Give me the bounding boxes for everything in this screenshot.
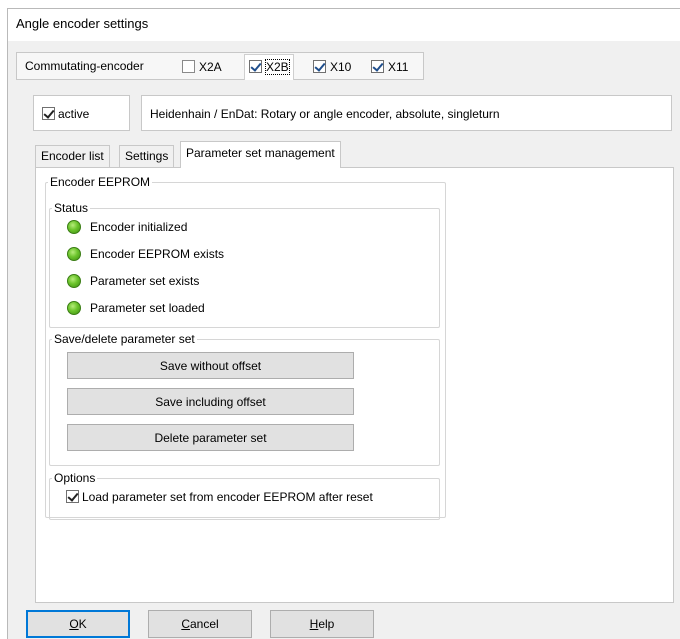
encoder-tab-strip: Commutating-encoder X2A X2B X10 X11 bbox=[16, 52, 424, 80]
tab-settings[interactable]: Settings bbox=[119, 145, 175, 167]
x10-checkbox[interactable] bbox=[313, 60, 326, 74]
ok-button[interactable]: OK bbox=[26, 610, 130, 638]
load-after-reset-option[interactable]: Load parameter set from encoder EEPROM a… bbox=[66, 489, 373, 504]
x10-label: X10 bbox=[330, 59, 352, 74]
tab-x2a[interactable]: X2A bbox=[178, 57, 226, 77]
help-button[interactable]: Help bbox=[270, 610, 374, 638]
window-title: Angle encoder settings bbox=[16, 16, 149, 31]
dialog-window: Angle encoder settings Commutating-encod… bbox=[7, 8, 680, 639]
status-led-icon bbox=[67, 219, 81, 234]
load-after-reset-checkbox[interactable] bbox=[66, 490, 79, 504]
status-led-icon bbox=[67, 273, 81, 288]
save-without-offset-button[interactable]: Save without offset bbox=[67, 352, 354, 379]
parameter-set-panel: Encoder EEPROM Status Encoder initialize… bbox=[35, 167, 674, 603]
tab-parameter-set-management[interactable]: Parameter set management bbox=[180, 141, 341, 168]
commutating-encoder-label: Commutating-encoder bbox=[25, 59, 144, 73]
options-title: Options bbox=[54, 471, 96, 485]
encoder-description: Heidenhain / EnDat: Rotary or angle enco… bbox=[141, 95, 672, 131]
tab-x11[interactable]: X11 bbox=[367, 57, 412, 77]
x2b-checkbox[interactable] bbox=[249, 60, 262, 74]
encoder-eeprom-title: Encoder EEPROM bbox=[50, 175, 151, 189]
status-encoder-initialized: Encoder initialized bbox=[67, 219, 187, 237]
tab-encoder-list[interactable]: Encoder list bbox=[35, 145, 110, 167]
save-including-offset-button[interactable]: Save including offset bbox=[67, 388, 354, 415]
active-checkbox[interactable] bbox=[42, 107, 55, 121]
status-parameter-set-loaded: Parameter set loaded bbox=[67, 300, 205, 318]
x11-label: X11 bbox=[388, 59, 409, 74]
x2b-label: X2B bbox=[265, 58, 290, 75]
load-after-reset-label: Load parameter set from encoder EEPROM a… bbox=[82, 489, 373, 504]
active-toggle[interactable]: active bbox=[33, 95, 130, 131]
x2a-checkbox[interactable] bbox=[182, 60, 195, 74]
title-bar: Angle encoder settings bbox=[8, 9, 680, 41]
status-eeprom-exists: Encoder EEPROM exists bbox=[67, 246, 224, 264]
cancel-button[interactable]: Cancel bbox=[148, 610, 252, 638]
save-delete-group: Save/delete parameter set Save without o… bbox=[49, 333, 440, 466]
encoder-eeprom-group: Encoder EEPROM Status Encoder initialize… bbox=[45, 175, 446, 520]
status-led-icon bbox=[67, 300, 81, 315]
options-group: Options Load parameter set from encoder … bbox=[49, 472, 440, 520]
save-delete-title: Save/delete parameter set bbox=[54, 332, 195, 346]
tab-x2b[interactable]: X2B bbox=[244, 54, 294, 80]
delete-parameter-set-button[interactable]: Delete parameter set bbox=[67, 424, 354, 451]
status-title: Status bbox=[54, 201, 89, 215]
x11-checkbox[interactable] bbox=[371, 60, 384, 74]
tab-x10[interactable]: X10 bbox=[309, 57, 355, 77]
active-label: active bbox=[58, 106, 90, 121]
status-group: Status Encoder initialized Encoder EEPRO… bbox=[49, 202, 440, 328]
status-parameter-set-exists: Parameter set exists bbox=[67, 273, 199, 291]
status-led-icon bbox=[67, 246, 81, 261]
x2a-label: X2A bbox=[199, 59, 222, 74]
